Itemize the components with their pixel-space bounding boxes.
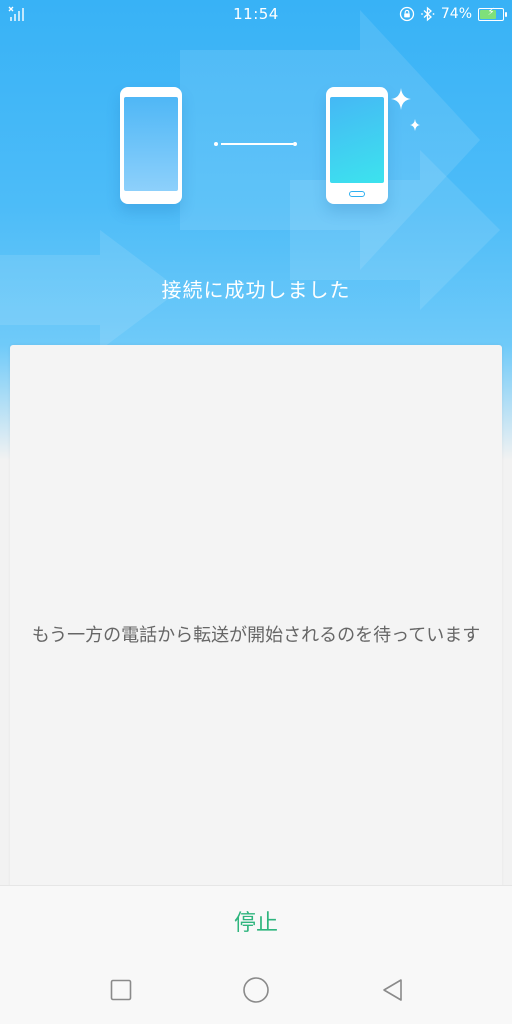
sparkle-icon (391, 88, 411, 110)
status-right-group: 74% ⚡ (399, 4, 507, 24)
waiting-card: もう一方の電話から転送が開始されるのを待っています (10, 345, 502, 905)
charging-bolt-icon: ⚡ (487, 6, 495, 18)
bluetooth-icon (420, 6, 435, 22)
waiting-message: もう一方の電話から転送が開始されるのを待っています (31, 625, 481, 646)
battery-percent: 74% (440, 6, 472, 22)
connection-success-title: 接続に成功しました (161, 278, 351, 302)
home-button[interactable] (241, 975, 271, 1005)
connector-dot-right (293, 142, 297, 146)
stop-button[interactable]: 停止 (194, 897, 318, 945)
status-bar: 11:54 74% ⚡ (0, 0, 512, 28)
stop-action-bar: 停止 (0, 885, 512, 956)
battery-icon: ⚡ (478, 6, 507, 21)
new-phone-screen (330, 97, 384, 183)
back-button[interactable] (378, 975, 408, 1005)
connector-dot-left (214, 142, 218, 146)
recent-apps-button[interactable] (106, 975, 136, 1005)
old-phone-screen (124, 97, 178, 191)
system-navigation-bar (0, 955, 512, 1024)
lock-rotation-icon (399, 6, 415, 22)
old-phone-icon (120, 87, 182, 204)
connection-line (221, 143, 293, 145)
home-button-icon (349, 191, 365, 197)
new-phone-icon (326, 87, 388, 204)
back-icon (383, 979, 402, 1001)
recent-apps-icon (110, 979, 132, 1001)
home-icon (243, 977, 269, 1003)
sparkle-icon (410, 119, 420, 131)
